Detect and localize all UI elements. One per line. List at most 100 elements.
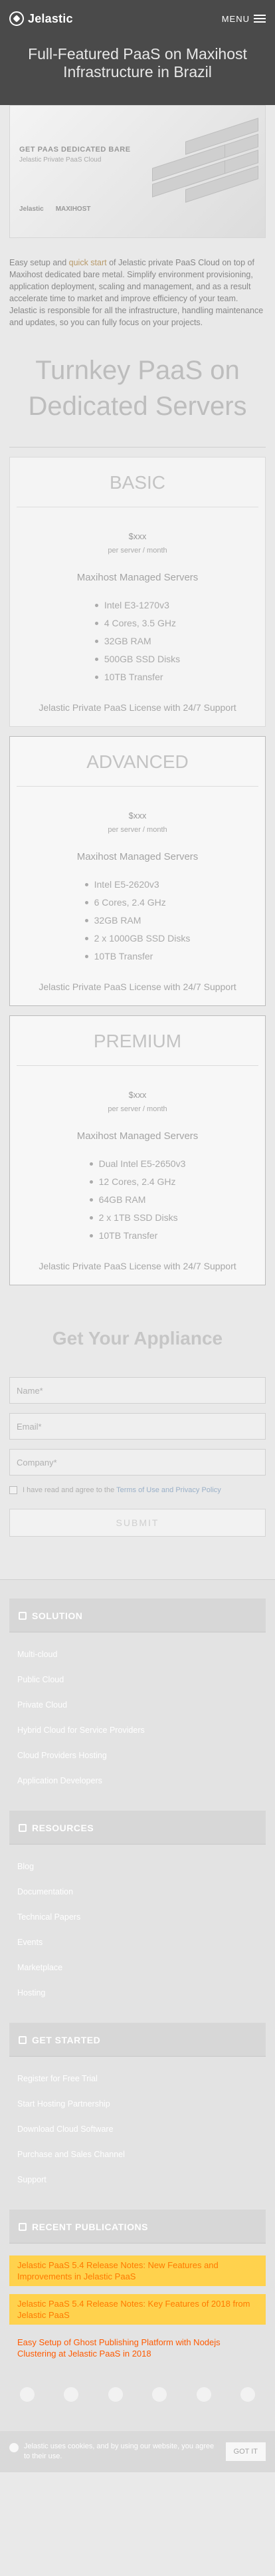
terms-checkbox[interactable] <box>9 1486 17 1494</box>
linkedin-icon[interactable] <box>108 2387 123 2402</box>
plan-price: $xxx <box>128 531 147 541</box>
page-title: Full-Featured PaaS on Maxihost Infrastru… <box>0 37 275 105</box>
spec-item: 4 Cores, 3.5 GHz <box>94 614 180 632</box>
footer-link[interactable]: Blog <box>9 1854 266 1879</box>
twitter-icon[interactable] <box>64 2387 79 2402</box>
footer-link[interactable]: Public Cloud <box>9 1667 266 1692</box>
spec-item: 10TB Transfer <box>89 1227 186 1245</box>
email-field[interactable]: Email* <box>9 1413 266 1440</box>
plan-specs: Dual Intel E5-2650v3 12 Cores, 2.4 GHz 64G… <box>89 1155 186 1245</box>
footer-link[interactable]: Hybrid Cloud for Service Providers <box>9 1718 266 1743</box>
plan-period: per server / month <box>108 1105 167 1113</box>
footer-link[interactable]: Private Cloud <box>9 1692 266 1718</box>
plan-managed: Maxihost Managed Servers <box>76 572 199 583</box>
partner-logos: Jelastic MAXIHOST <box>19 205 90 213</box>
logo-text: Jelastic <box>28 11 73 25</box>
facebook-icon[interactable] <box>20 2387 35 2402</box>
footer-link[interactable]: Start Hosting Partnership <box>9 2091 266 2117</box>
document-icon <box>19 2223 27 2231</box>
footer-link[interactable]: Register for Free Trial <box>9 2066 266 2091</box>
footer-link[interactable]: Purchase and Sales Channel <box>9 2142 266 2167</box>
plan-price: $xxx <box>128 1090 147 1100</box>
plan-managed: Maxihost Managed Servers <box>76 851 199 862</box>
maxihost-partner-logo: MAXIHOST <box>55 205 91 213</box>
footer-link[interactable]: Cloud Providers Hosting <box>9 1743 266 1768</box>
intro-text-end: of Jelastic private PaaS Cloud on top of… <box>9 258 264 327</box>
terms-agreement: I have read and agree to the Terms of Us… <box>9 1485 266 1495</box>
banner-title: GET PAAS DEDICATED BARE <box>19 146 131 154</box>
spec-item: 10TB Transfer <box>84 948 191 966</box>
spec-item: 2 x 1TB SSD Disks <box>89 1209 186 1227</box>
quick-start-link[interactable]: quick start <box>69 258 107 267</box>
hamburger-icon <box>254 15 266 23</box>
company-field[interactable]: Company* <box>9 1449 266 1476</box>
terms-link[interactable]: Terms of Use and Privacy Policy <box>116 1486 221 1494</box>
jelastic-logo[interactable]: Jelastic <box>9 11 73 26</box>
plan-period: per server / month <box>108 826 167 834</box>
plan-license: Jelastic Private PaaS License with 24/7 … <box>39 702 236 713</box>
footer-heading-publications: RECENT PUBLICATIONS <box>9 2210 266 2244</box>
footer-link[interactable]: Marketplace <box>9 1955 266 1980</box>
footer-link[interactable]: Support <box>9 2167 266 2192</box>
submit-button[interactable]: SUBMIT <box>9 1509 266 1537</box>
publications-list: Jelastic PaaS 5.4 Release Notes: New Fea… <box>0 2244 275 2363</box>
plan-license: Jelastic Private PaaS License with 24/7 … <box>39 1261 236 1271</box>
social-links <box>0 2371 275 2418</box>
footer-heading-resources: RESOURCES <box>9 1811 266 1845</box>
github-icon[interactable] <box>196 2387 211 2402</box>
hero-banner: GET PAAS DEDICATED BARE Jelastic Private… <box>9 105 266 238</box>
footer-heading-text: GET STARTED <box>32 2035 101 2045</box>
spec-item: 32GB RAM <box>84 912 191 930</box>
site-footer: SOLUTION Multi-cloud Public Cloud Private … <box>0 1579 275 2472</box>
footer-list-solution: Multi-cloud Public Cloud Private Cloud Hybr… <box>0 1632 275 1811</box>
rss-icon[interactable] <box>240 2387 255 2402</box>
menu-label: MENU <box>221 13 250 24</box>
footer-list-resources: Blog Documentation Technical Papers Events M… <box>0 1845 275 2023</box>
footer-list-get_started: Register for Free Trial Start Hosting Par… <box>0 2057 275 2210</box>
site-header: Jelastic MENU <box>0 0 275 37</box>
spec-item: Dual Intel E5-2650v3 <box>89 1155 185 1173</box>
intro-text: Easy setup and quick start of Jelastic p… <box>0 238 275 328</box>
footer-link[interactable]: Events <box>9 1930 266 1955</box>
plan-period: per server / month <box>108 547 167 555</box>
youtube-icon[interactable] <box>152 2387 167 2402</box>
form-title: Get Your Appliance <box>52 1328 223 1349</box>
name-field[interactable]: Name* <box>9 1377 266 1404</box>
publication-link[interactable]: Easy Setup of Ghost Publishing Platform … <box>9 2333 266 2363</box>
logo-icon <box>9 11 24 26</box>
section-title: Turnkey PaaS on Dedicated Servers <box>9 328 266 448</box>
terms-text: I have read and agree to the Terms of Us… <box>23 1485 221 1495</box>
spec-item: 500GB SSD Disks <box>94 650 180 668</box>
footer-heading-text: RESOURCES <box>32 1823 94 1833</box>
plan-specs: Intel E5-2620v3 6 Cores, 2.4 GHz 32GB RAM 2… <box>84 876 191 966</box>
spec-item: 2 x 1000GB SSD Disks <box>84 930 190 948</box>
footer-heading-text: SOLUTION <box>32 1610 83 1621</box>
section-icon <box>19 1824 27 1832</box>
footer-heading-solution: SOLUTION <box>9 1599 266 1632</box>
footer-link[interactable]: Documentation <box>9 1879 266 1904</box>
spec-item: 64GB RAM <box>89 1191 186 1209</box>
publication-link[interactable]: Jelastic PaaS 5.4 Release Notes: Key Fea… <box>9 2294 266 2325</box>
pricing-plans: BASIC $xxx per server / month Maxihost M… <box>0 457 275 1285</box>
footer-link[interactable]: Application Developers <box>9 1768 266 1793</box>
plan-name: PREMIUM <box>17 1016 258 1066</box>
footer-link[interactable]: Multi-cloud <box>9 1642 266 1667</box>
plan-card-premium: PREMIUM $xxx per server / month Maxihost… <box>9 1015 266 1285</box>
intro-text-start: Easy setup and <box>9 258 69 267</box>
plan-specs: Intel E3-1270v3 4 Cores, 3.5 GHz 32GB RAM 5… <box>94 596 180 686</box>
server-rack-illustration <box>145 118 265 209</box>
cookie-text: Jelastic uses cookies, and by using our … <box>9 2442 217 2462</box>
footer-link[interactable]: Download Cloud Software <box>9 2117 266 2142</box>
spec-item: 10TB Transfer <box>94 668 180 686</box>
publications-title: RECENT PUBLICATIONS <box>32 2222 148 2232</box>
cookie-banner: Jelastic uses cookies, and by using our … <box>0 2431 275 2472</box>
plan-license: Jelastic Private PaaS License with 24/7 … <box>39 981 236 992</box>
cookie-accept-button[interactable]: GOT IT <box>225 2442 266 2461</box>
menu-button[interactable]: MENU <box>222 14 266 24</box>
footer-link[interactable]: Technical Papers <box>9 1904 266 1930</box>
publication-link[interactable]: Jelastic PaaS 5.4 Release Notes: New Fea… <box>9 2255 266 2286</box>
plan-name: ADVANCED <box>17 737 258 787</box>
footer-link[interactable]: Hosting <box>9 1980 266 2005</box>
jelastic-partner-logo: Jelastic <box>19 205 44 213</box>
spec-item: 12 Cores, 2.4 GHz <box>89 1173 186 1191</box>
